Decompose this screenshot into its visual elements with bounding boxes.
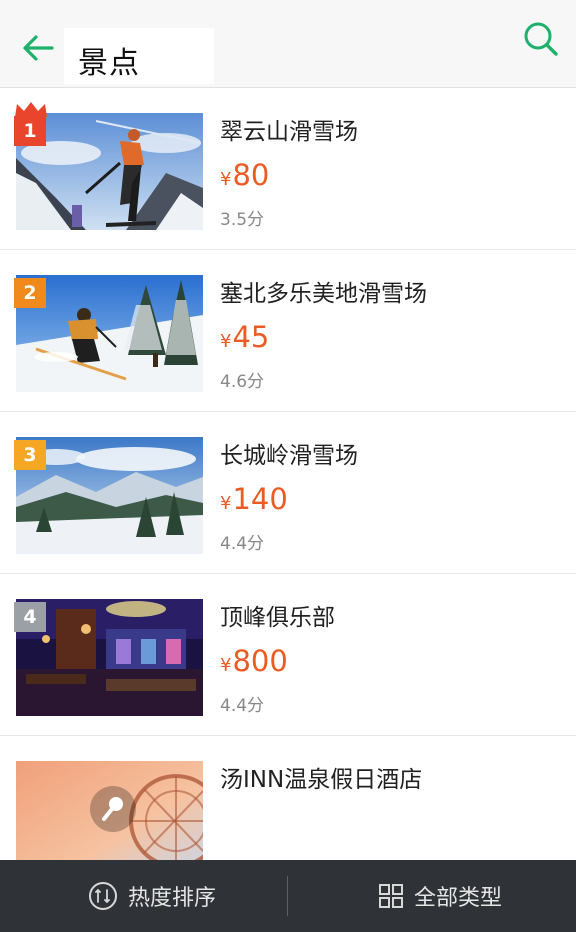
currency-symbol: ¥ (220, 493, 232, 514)
microphone-icon (90, 786, 136, 832)
attraction-name: 汤INN温泉假日酒店 (220, 767, 423, 793)
title-area: 景点 (64, 28, 214, 84)
sort-label: 热度排序 (128, 886, 217, 911)
rank-badge: 3 (14, 440, 46, 470)
attraction-price: ¥140 (220, 482, 288, 516)
price-value: 140 (232, 482, 288, 516)
attraction-price: ¥80 (220, 158, 269, 192)
rank-badge: 1 (14, 116, 46, 146)
attraction-score: 4.6分 (220, 372, 265, 392)
list-item[interactable]: 2 塞北多乐美地滑雪场 ¥45 4.6分 (0, 250, 576, 412)
attraction-score: 4.4分 (220, 696, 265, 716)
category-label: 全部类型 (414, 886, 503, 911)
attraction-price: ¥45 (220, 320, 269, 354)
attraction-name: 长城岭滑雪场 (220, 443, 358, 469)
attraction-score: 4.4分 (220, 534, 265, 554)
attraction-list: 1 翠云山滑雪场 ¥80 3.5分 2 塞北多乐美地滑雪场 ¥45 4.6分 3… (0, 88, 576, 860)
price-value: 800 (232, 644, 288, 678)
attraction-name: 顶峰俱乐部 (220, 605, 335, 631)
price-value: 80 (232, 158, 270, 192)
rank-badge: 2 (14, 278, 46, 308)
list-item[interactable]: 1 翠云山滑雪场 ¥80 3.5分 (0, 88, 576, 250)
currency-symbol: ¥ (220, 331, 232, 352)
all-categories-button[interactable]: 全部类型 (378, 860, 502, 932)
attraction-score: 3.5分 (220, 210, 265, 230)
page-title: 景点 (78, 46, 140, 81)
rank-badge: 4 (14, 602, 46, 632)
currency-symbol: ¥ (220, 169, 232, 190)
search-icon (524, 22, 558, 56)
back-button[interactable] (18, 30, 58, 66)
currency-symbol: ¥ (220, 655, 232, 676)
list-item[interactable]: 4 顶峰俱乐部 ¥800 4.4分 (0, 574, 576, 736)
search-button[interactable] (522, 20, 560, 58)
price-value: 45 (232, 320, 270, 354)
bottom-bar: 热度排序 全部类型 (0, 860, 576, 932)
grid-icon (379, 884, 403, 908)
list-item[interactable]: 3 长城岭滑雪场 ¥140 4.4分 (0, 412, 576, 574)
top-bar: 景点 (0, 0, 576, 88)
arrow-left-icon (23, 35, 54, 61)
sort-hot-icon (89, 882, 117, 910)
bar-divider (287, 876, 288, 916)
attraction-price: ¥800 (220, 644, 288, 678)
attraction-name: 翠云山滑雪场 (220, 119, 358, 145)
list-item[interactable]: 汤INN温泉假日酒店 (0, 736, 576, 860)
attraction-name: 塞北多乐美地滑雪场 (220, 281, 427, 307)
sort-by-popularity-button[interactable]: 热度排序 (88, 860, 216, 932)
